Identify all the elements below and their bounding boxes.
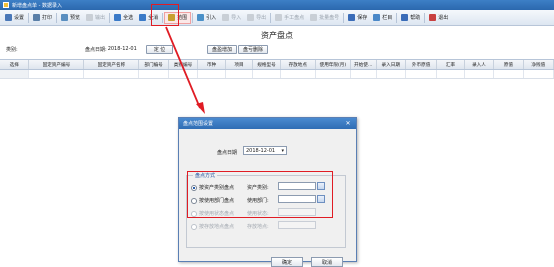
- cancel-button[interactable]: 取消: [311, 257, 343, 267]
- location-input: [278, 221, 316, 229]
- dialog-date-picker[interactable]: 2018-12-01 ▾: [243, 146, 287, 155]
- close-icon[interactable]: ✕: [344, 120, 352, 127]
- dialog-date-value: 2018-12-01: [246, 147, 276, 154]
- dialog-date-label: 盘点日期: [217, 150, 238, 156]
- dialog-titlebar: 盘点范围设置 ✕: [179, 118, 356, 129]
- location-field-label: 存放地点:: [247, 224, 269, 230]
- location-radio: [191, 223, 197, 230]
- count-method-highlight: [187, 171, 333, 218]
- option-by-location: 按存放地点盘点: [191, 223, 234, 230]
- ok-button[interactable]: 确定: [271, 257, 303, 267]
- dialog-title: 盘点范围设置: [183, 121, 214, 127]
- chevron-down-icon: ▾: [281, 147, 284, 154]
